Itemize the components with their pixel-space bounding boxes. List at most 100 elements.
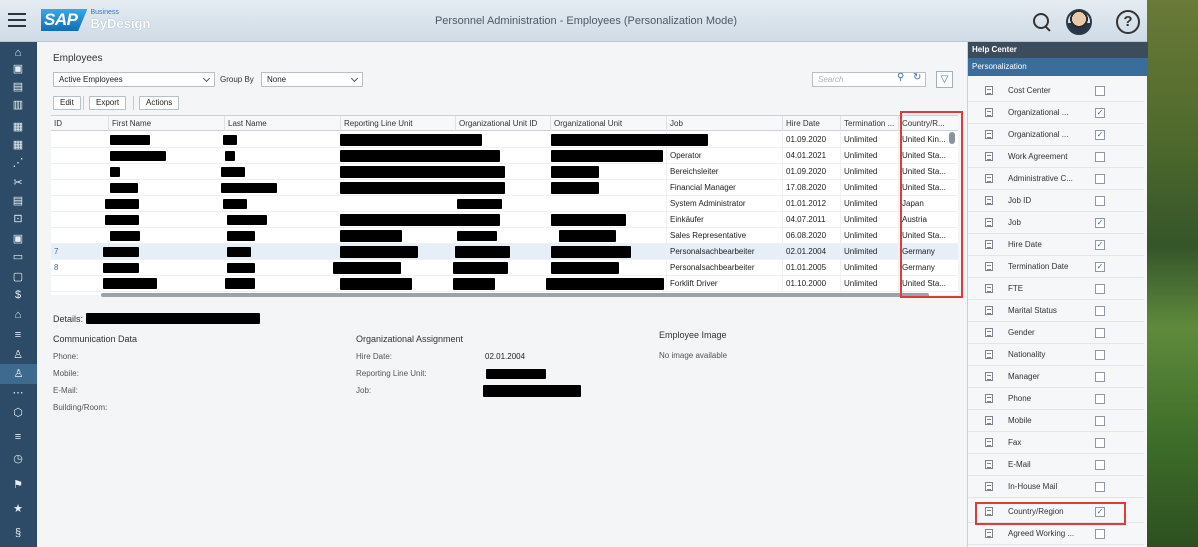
- personalization-item[interactable]: Phone: [968, 388, 1144, 410]
- col-first-name[interactable]: First Name: [108, 116, 224, 131]
- field-checkbox[interactable]: [1095, 529, 1105, 539]
- personalization-item[interactable]: Manager: [968, 366, 1144, 388]
- settings-icon[interactable]: §: [11, 526, 25, 540]
- home-icon[interactable]: ⌂: [11, 46, 25, 60]
- personalization-item[interactable]: Gender: [968, 322, 1144, 344]
- document-icon[interactable]: ▤: [11, 80, 25, 94]
- col-termination[interactable]: Termination ...: [840, 116, 898, 131]
- field-checkbox[interactable]: [1095, 482, 1105, 492]
- clock-icon[interactable]: ◷: [11, 452, 25, 466]
- cell-termination: Unlimited: [840, 260, 898, 276]
- search-input[interactable]: Search: [812, 72, 926, 87]
- table-row[interactable]: Einkäufer 04.07.2011 Unlimited Austria: [51, 212, 958, 228]
- field-checkbox[interactable]: [1095, 196, 1105, 206]
- filter-icon[interactable]: ▽: [936, 71, 953, 88]
- help-center-title[interactable]: Help Center: [968, 42, 1148, 58]
- personalization-item[interactable]: Mobile: [968, 410, 1144, 432]
- col-id[interactable]: ID: [51, 116, 108, 131]
- col-last-name[interactable]: Last Name: [224, 116, 340, 131]
- col-job[interactable]: Job: [666, 116, 782, 131]
- field-checkbox-checked[interactable]: ✓: [1095, 262, 1105, 272]
- personalization-item[interactable]: Administrative C...: [968, 168, 1144, 190]
- personalization-item[interactable]: Work Agreement: [968, 146, 1144, 168]
- inspect-icon[interactable]: ⊡: [11, 212, 25, 226]
- field-checkbox[interactable]: [1095, 438, 1105, 448]
- personalization-item[interactable]: Agreed Working ...: [968, 523, 1144, 545]
- personalization-item[interactable]: E-Mail: [968, 454, 1144, 476]
- personnel-icon[interactable]: ♙: [0, 364, 37, 384]
- flag-icon[interactable]: ⚑: [11, 478, 25, 492]
- export-button[interactable]: Export: [89, 96, 127, 110]
- personalization-item[interactable]: Hire Date ✓: [968, 234, 1144, 256]
- field-checkbox[interactable]: [1095, 350, 1105, 360]
- list-icon[interactable]: ≡: [11, 328, 25, 342]
- building-icon[interactable]: ▦: [11, 120, 25, 134]
- calendar-icon[interactable]: ▦: [11, 138, 25, 152]
- personalization-item[interactable]: Nationality: [968, 344, 1144, 366]
- actions-button[interactable]: Actions: [139, 96, 180, 110]
- redaction-mark: [551, 182, 599, 194]
- group-by-select[interactable]: None: [261, 72, 363, 87]
- lines-icon[interactable]: ≡: [11, 430, 25, 444]
- field-checkbox[interactable]: [1095, 174, 1105, 184]
- field-checkbox-checked[interactable]: ✓: [1095, 240, 1105, 250]
- box-icon[interactable]: ⬡: [11, 406, 25, 420]
- col-hire-date[interactable]: Hire Date: [782, 116, 840, 131]
- hierarchy-icon[interactable]: ⋰: [11, 156, 25, 170]
- table-row[interactable]: Sales Representative 06.08.2020 Unlimite…: [51, 228, 958, 244]
- money-icon[interactable]: ▭: [11, 250, 25, 264]
- field-checkbox-checked[interactable]: ✓: [1095, 108, 1105, 118]
- col-org-unit[interactable]: Organizational Unit: [550, 116, 666, 131]
- personalization-item[interactable]: In-House Mail: [968, 476, 1144, 498]
- table-row[interactable]: System Administrator 01.01.2012 Unlimite…: [51, 196, 958, 212]
- cell-id: [51, 228, 108, 244]
- sheet-icon[interactable]: ▤: [11, 194, 25, 208]
- calendar-day-icon[interactable]: ▣: [11, 232, 25, 246]
- favorites-icon[interactable]: ★: [11, 502, 25, 516]
- field-checkbox[interactable]: [1095, 328, 1105, 338]
- help-icon[interactable]: ?: [1116, 10, 1140, 34]
- refresh-icon[interactable]: ↻: [913, 72, 921, 83]
- personalization-item[interactable]: Fax: [968, 432, 1144, 454]
- field-checkbox[interactable]: [1095, 306, 1105, 316]
- analytics-icon[interactable]: ⋯: [11, 386, 25, 400]
- field-checkbox[interactable]: [1095, 460, 1105, 470]
- personalization-item[interactable]: Cost Center: [968, 80, 1144, 102]
- field-checkbox[interactable]: [1095, 284, 1105, 294]
- search-icon[interactable]: [1031, 11, 1053, 33]
- personalization-item[interactable]: FTE: [968, 278, 1144, 300]
- search-icon[interactable]: ⚲: [897, 72, 904, 83]
- field-checkbox[interactable]: [1095, 372, 1105, 382]
- report-icon[interactable]: ▥: [11, 98, 25, 112]
- field-checkbox[interactable]: [1095, 394, 1105, 404]
- col-org-unit-id[interactable]: Organizational Unit ID: [455, 116, 550, 131]
- org-chart-icon[interactable]: ♙: [11, 348, 25, 362]
- horizontal-scrollbar[interactable]: [101, 293, 929, 297]
- field-checkbox-checked[interactable]: ✓: [1095, 218, 1105, 228]
- personalization-item[interactable]: Organizational ... ✓: [968, 102, 1144, 124]
- user-avatar[interactable]: [1066, 9, 1092, 35]
- field-checkbox[interactable]: [1095, 416, 1105, 426]
- personalization-item[interactable]: Marital Status: [968, 300, 1144, 322]
- personalization-item[interactable]: Job ✓: [968, 212, 1144, 234]
- table-row[interactable]: 01.09.2020 Unlimited United Kin...: [51, 132, 958, 148]
- tools-icon[interactable]: ✂: [11, 176, 25, 190]
- col-reporting-line-unit[interactable]: Reporting Line Unit: [340, 116, 455, 131]
- field-checkbox[interactable]: [1095, 152, 1105, 162]
- redaction-mark: [103, 278, 157, 289]
- table-row[interactable]: Operator 04.01.2021 Unlimited United Sta…: [51, 148, 958, 164]
- coins-icon[interactable]: $: [11, 288, 25, 302]
- personalization-item[interactable]: Termination Date ✓: [968, 256, 1144, 278]
- bank-icon[interactable]: ⌂: [11, 308, 25, 322]
- personalization-item[interactable]: Organizational ... ✓: [968, 124, 1144, 146]
- edit-button[interactable]: Edit: [53, 96, 81, 110]
- briefcase-icon[interactable]: ▢: [11, 270, 25, 284]
- personalization-title[interactable]: Personalization: [968, 58, 1148, 76]
- field-checkbox[interactable]: [1095, 86, 1105, 96]
- personalization-item[interactable]: Job ID: [968, 190, 1144, 212]
- table-row[interactable]: Forklift Driver 01.10.2000 Unlimited Uni…: [51, 276, 958, 292]
- section-title: Employees: [53, 53, 103, 64]
- field-checkbox-checked[interactable]: ✓: [1095, 130, 1105, 140]
- employee-filter-select[interactable]: Active Employees: [53, 72, 215, 87]
- id-card-icon[interactable]: ▣: [11, 62, 25, 76]
